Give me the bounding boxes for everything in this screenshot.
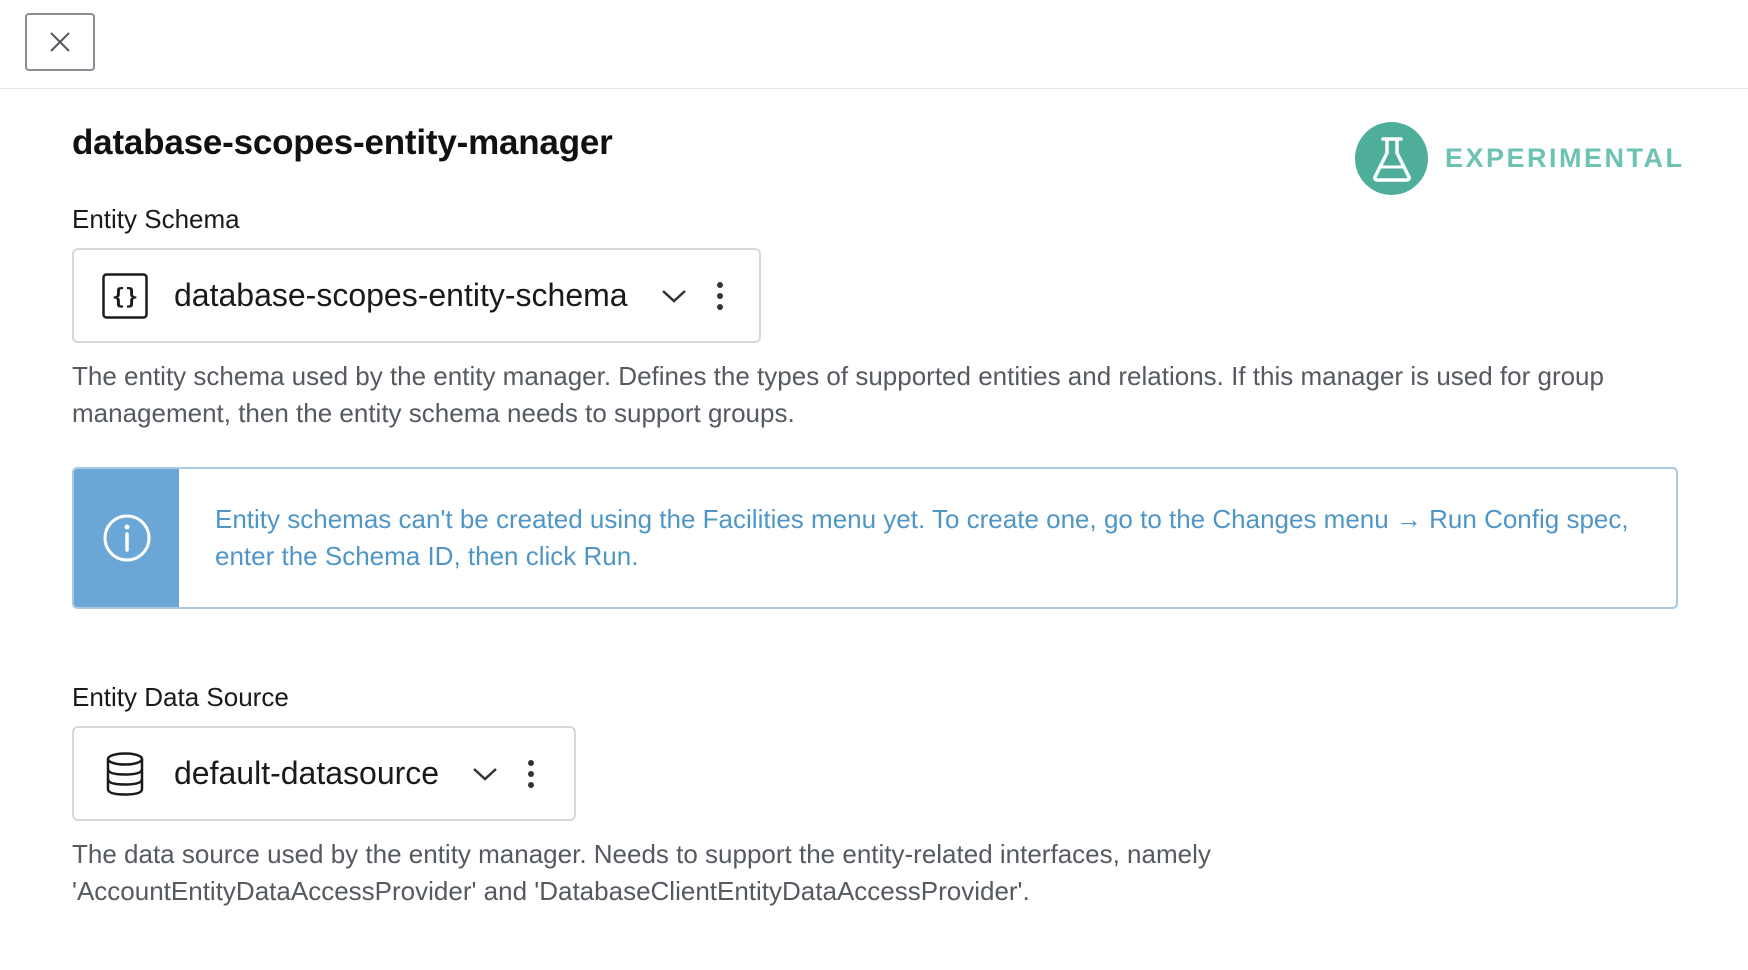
more-options-icon[interactable] xyxy=(710,278,730,314)
top-bar xyxy=(0,0,1748,89)
entity-schema-value: database-scopes-entity-schema xyxy=(174,277,628,313)
info-icon xyxy=(74,469,179,607)
database-icon xyxy=(101,750,149,798)
entity-data-source-help: The data source used by the entity manag… xyxy=(72,839,1211,906)
experimental-label: EXPERIMENTAL xyxy=(1445,143,1685,173)
braces-icon: {} xyxy=(101,272,149,320)
info-notice: Entity schemas can't be created using th… xyxy=(72,467,1678,609)
chevron-down-icon[interactable] xyxy=(660,282,688,310)
entity-schema-select[interactable]: {} database-scopes-entity-schema xyxy=(72,248,761,343)
chevron-down-icon[interactable] xyxy=(471,760,499,788)
close-button[interactable] xyxy=(25,13,95,71)
page-title: database-scopes-entity-manager xyxy=(72,123,613,162)
entity-schema-label: Entity Schema xyxy=(72,204,240,234)
entity-data-source-value: default-datasource xyxy=(174,755,440,791)
more-options-icon[interactable] xyxy=(521,756,541,792)
entity-data-source-select[interactable]: default-datasource xyxy=(72,726,576,821)
flask-icon xyxy=(1355,122,1428,195)
info-text: Entity schemas can't be created using th… xyxy=(215,504,1629,571)
entity-data-source-label: Entity Data Source xyxy=(72,682,289,712)
svg-text:{}: {} xyxy=(112,285,139,310)
experimental-badge: EXPERIMENTAL xyxy=(1355,122,1685,195)
close-icon xyxy=(50,32,70,52)
entity-schema-help: The entity schema used by the entity man… xyxy=(72,361,1604,428)
